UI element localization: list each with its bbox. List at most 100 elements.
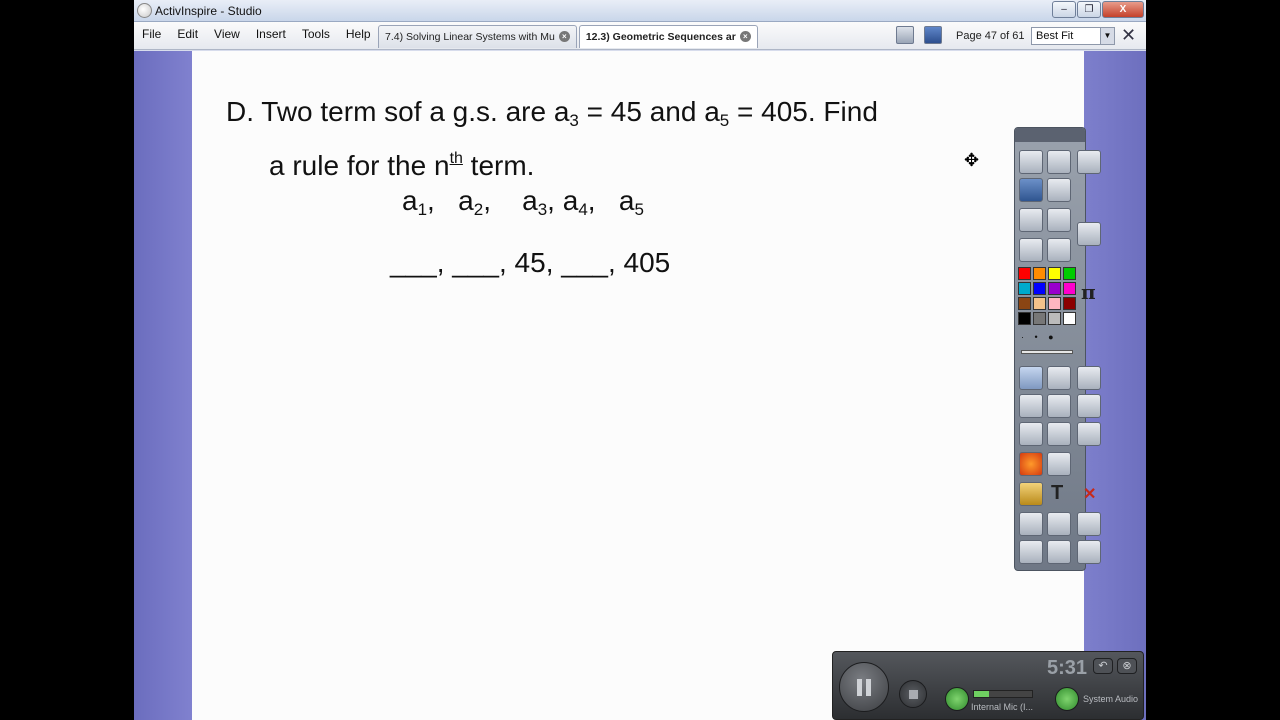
redo-icon[interactable] xyxy=(1047,540,1071,564)
clear-icon[interactable] xyxy=(1077,394,1101,418)
color-swatch[interactable] xyxy=(1048,267,1061,280)
problem-line-2: a rule for the nth term. xyxy=(226,140,878,185)
desktop-tool-icon[interactable] xyxy=(1019,178,1043,202)
tab-close-icon[interactable]: × xyxy=(558,31,570,42)
pause-button[interactable] xyxy=(839,662,889,712)
term: a1, xyxy=(402,185,459,219)
window-controls: – ❐ X xyxy=(1052,1,1144,18)
page-copy-icon[interactable] xyxy=(1077,366,1101,390)
system-audio-label: System Audio xyxy=(1083,694,1139,704)
nth-superscript: th xyxy=(449,150,463,167)
flipchart-page[interactable]: D. Two term sof a g.s. are a3 = 45 and a… xyxy=(192,51,1084,720)
flipchart-icon[interactable] xyxy=(924,26,942,44)
tab-label: 7.4) Solving Linear Systems with Mu xyxy=(385,31,555,43)
highlighter-tool-icon[interactable] xyxy=(1047,394,1071,418)
marker-tool-icon[interactable] xyxy=(1019,394,1043,418)
sequence-terms: a1, a2, a3, a4, a5 xyxy=(402,185,644,220)
pen-width-slider[interactable] xyxy=(1021,350,1073,354)
tab-label: 12.3) Geometric Sequences ar xyxy=(585,31,736,43)
menu-insert[interactable]: Insert xyxy=(248,27,294,41)
page-browser-icon[interactable] xyxy=(896,26,914,44)
workspace: D. Two term sof a g.s. are a3 = 45 and a… xyxy=(134,51,1146,720)
undo-icon[interactable] xyxy=(1019,540,1043,564)
document-tabs: 7.4) Solving Linear Systems with Mu × 12… xyxy=(378,25,758,48)
tab-linear-systems[interactable]: 7.4) Solving Linear Systems with Mu × xyxy=(378,25,577,48)
annotate-tool-icon[interactable] xyxy=(1047,178,1071,202)
browser-tool-icon[interactable] xyxy=(1047,150,1071,174)
left-margin xyxy=(134,51,192,720)
pen-settings-icon[interactable] xyxy=(1077,150,1101,174)
close-button[interactable]: X xyxy=(1102,1,1144,18)
color-swatch[interactable] xyxy=(1063,297,1076,310)
pi-icon[interactable]: π xyxy=(1081,280,1096,304)
tab-close-icon[interactable]: × xyxy=(739,31,751,42)
fill-tool-icon[interactable] xyxy=(1047,422,1071,446)
main-menu-tool-icon[interactable] xyxy=(1019,150,1043,174)
menu-help[interactable]: Help xyxy=(338,27,379,41)
chevron-down-icon[interactable]: ▼ xyxy=(1100,28,1114,44)
tab-geometric-sequences[interactable]: 12.3) Geometric Sequences ar × xyxy=(578,25,758,48)
color-swatch[interactable] xyxy=(1033,297,1046,310)
system-audio-icon[interactable] xyxy=(1055,687,1079,711)
page-tool-icon[interactable] xyxy=(1077,222,1101,246)
fullscreen-icon[interactable]: ✕ xyxy=(1121,26,1136,44)
a3-subscript: 3 xyxy=(569,111,579,130)
previous-page-icon[interactable] xyxy=(1019,208,1043,232)
mic-level-fill xyxy=(974,691,989,697)
zoom-select[interactable]: Best Fit ▼ xyxy=(1031,27,1115,45)
connector-tool-icon[interactable] xyxy=(1047,452,1071,476)
play-icon[interactable] xyxy=(1019,238,1043,262)
shape-tool-icon[interactable] xyxy=(1019,452,1043,476)
select-tool-icon[interactable] xyxy=(1019,366,1043,390)
color-swatch[interactable] xyxy=(1018,282,1031,295)
color-swatch[interactable] xyxy=(1048,312,1061,325)
minimize-button[interactable]: – xyxy=(1052,1,1076,18)
palette-title-bar[interactable] xyxy=(1015,128,1085,142)
color-swatch[interactable] xyxy=(1033,267,1046,280)
color-swatch[interactable] xyxy=(1018,267,1031,280)
delete-icon[interactable]: ✕ xyxy=(1083,484,1096,504)
a5-subscript: 5 xyxy=(719,111,730,130)
color-swatch[interactable] xyxy=(1018,312,1031,325)
more-tools-icon[interactable] xyxy=(1077,540,1101,564)
term: a4, xyxy=(562,185,619,219)
menu-tools[interactable]: Tools xyxy=(294,27,338,41)
clock-icon[interactable] xyxy=(1047,238,1071,262)
color-swatch[interactable] xyxy=(1063,312,1076,325)
pen-width-dots[interactable]: · • ● xyxy=(1021,332,1077,342)
text-tool-icon[interactable]: T xyxy=(1051,482,1063,505)
eraser-tool-icon[interactable] xyxy=(1019,422,1043,446)
color-swatch[interactable] xyxy=(1018,297,1031,310)
mic-label[interactable]: Internal Mic (I... xyxy=(971,702,1033,712)
reset-page-icon[interactable] xyxy=(1047,512,1071,536)
color-swatch[interactable] xyxy=(1063,267,1076,280)
line2-prefix: a rule for the n xyxy=(269,150,450,181)
color-swatch[interactable] xyxy=(1048,282,1061,295)
problem-prefix: D. Two term sof a g.s. are a xyxy=(226,96,570,127)
stop-button[interactable] xyxy=(899,680,927,708)
window-title: ActivInspire - Studio xyxy=(155,4,262,18)
close-recorder-icon[interactable]: ⊗ xyxy=(1117,658,1137,674)
next-page-icon[interactable] xyxy=(1047,208,1071,232)
print-icon[interactable] xyxy=(1077,422,1101,446)
undo-recording-icon[interactable]: ↶ xyxy=(1093,658,1113,674)
page-indicator: Page 47 of 61 xyxy=(956,30,1025,42)
spotlight-tool-icon[interactable] xyxy=(1019,512,1043,536)
sequence-values: ___, ___, 45, ___, 405 xyxy=(390,247,671,278)
menu-edit[interactable]: Edit xyxy=(169,27,206,41)
maximize-button[interactable]: ❐ xyxy=(1077,1,1101,18)
app-icon xyxy=(137,3,152,18)
camera-tool-icon[interactable] xyxy=(1019,482,1043,506)
hand-tool-icon[interactable] xyxy=(1077,512,1101,536)
problem-line-1: D. Two term sof a g.s. are a3 = 45 and a… xyxy=(226,93,878,140)
main-menu: File Edit View Insert Tools Help xyxy=(134,27,379,41)
color-swatch[interactable] xyxy=(1063,282,1076,295)
color-swatch[interactable] xyxy=(1033,312,1046,325)
microphone-icon[interactable] xyxy=(945,687,969,711)
pen-tool-icon[interactable] xyxy=(1047,366,1071,390)
recording-time: 5:31 xyxy=(1046,657,1087,679)
color-swatch[interactable] xyxy=(1033,282,1046,295)
menu-view[interactable]: View xyxy=(206,27,248,41)
menu-file[interactable]: File xyxy=(134,27,169,41)
color-swatch[interactable] xyxy=(1048,297,1061,310)
